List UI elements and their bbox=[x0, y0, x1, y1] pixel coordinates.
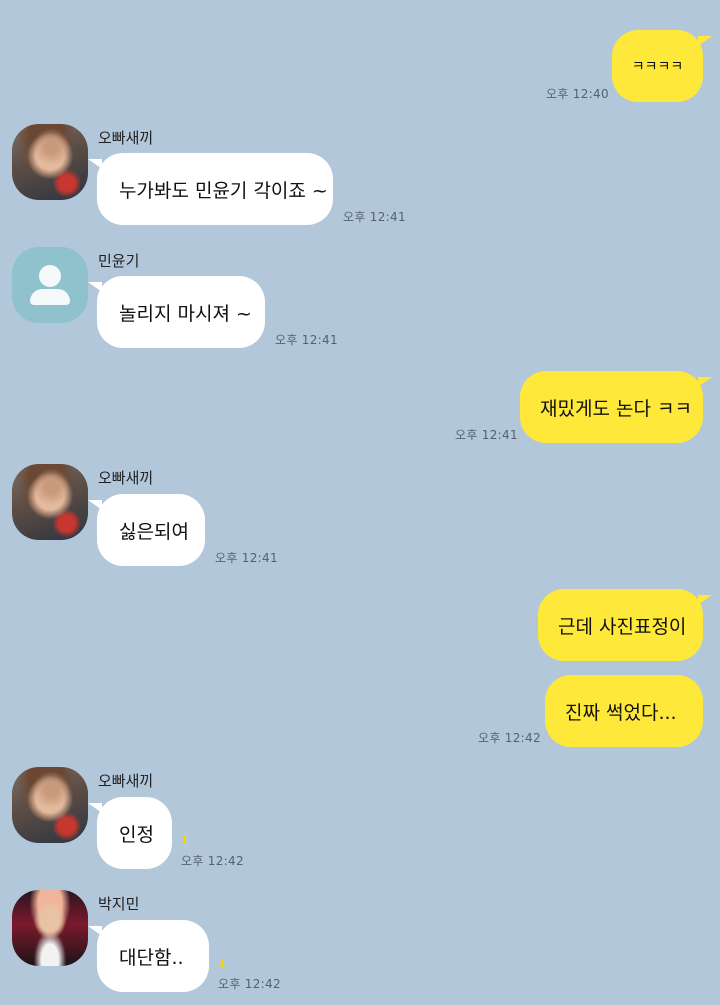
avatar-oppa[interactable] bbox=[12, 464, 88, 540]
message-bubble-outgoing[interactable]: 재밌게도 논다 ㅋㅋ bbox=[520, 371, 712, 443]
message-bubble-outgoing[interactable]: ㅋㅋㅋㅋ bbox=[612, 30, 712, 102]
sender-name: 오빠새끼 bbox=[98, 772, 154, 790]
message-bubble-incoming[interactable]: 누가봐도 민윤기 각이죠 ~ bbox=[88, 153, 333, 225]
message-text: 대단함.. bbox=[119, 946, 184, 969]
sender-name: 민윤기 bbox=[98, 252, 140, 270]
message-bubble-incoming[interactable]: 대단함.. bbox=[88, 920, 209, 992]
avatar-oppa[interactable] bbox=[12, 124, 88, 200]
message-time: 오후 12:40 bbox=[546, 87, 609, 101]
message-bubble-incoming[interactable]: 인정 bbox=[88, 797, 172, 869]
message-text: 근데 사진표정이 bbox=[558, 615, 687, 638]
message-text: 싫은되여 bbox=[119, 520, 189, 543]
message-text: 진짜 썩었다... bbox=[565, 701, 677, 724]
avatar-jimin[interactable] bbox=[12, 890, 88, 966]
message-time: 오후 12:42 bbox=[218, 977, 281, 991]
message-text: ㅋㅋㅋㅋ bbox=[631, 59, 684, 75]
message-bubble-outgoing[interactable]: 진짜 썩었다... bbox=[545, 675, 703, 747]
message-bubble-outgoing[interactable]: 근데 사진표정이 bbox=[538, 589, 712, 661]
avatar-oppa[interactable] bbox=[12, 767, 88, 843]
avatar-yoongi[interactable] bbox=[12, 247, 88, 323]
sender-name: 오빠새끼 bbox=[98, 469, 154, 487]
unread-count: 1 bbox=[218, 957, 226, 970]
unread-count: 1 bbox=[181, 834, 189, 847]
message-text: 인정 bbox=[119, 823, 154, 846]
message-time: 오후 12:42 bbox=[181, 854, 244, 868]
message-text: 누가봐도 민윤기 각이죠 ~ bbox=[119, 179, 328, 202]
message-text: 재밌게도 논다 ㅋㅋ bbox=[540, 397, 692, 420]
message-time: 오후 12:41 bbox=[215, 551, 278, 565]
message-time: 오후 12:41 bbox=[275, 333, 338, 347]
sender-name: 오빠새끼 bbox=[98, 129, 154, 147]
message-bubble-incoming[interactable]: 싫은되여 bbox=[88, 494, 205, 566]
message-time: 오후 12:41 bbox=[343, 210, 406, 224]
message-time: 오후 12:42 bbox=[478, 731, 541, 745]
message-bubble-incoming[interactable]: 놀리지 마시져 ~ bbox=[88, 276, 265, 348]
sender-name: 박지민 bbox=[98, 895, 140, 913]
message-text: 놀리지 마시져 ~ bbox=[119, 302, 252, 325]
message-time: 오후 12:41 bbox=[455, 428, 518, 442]
